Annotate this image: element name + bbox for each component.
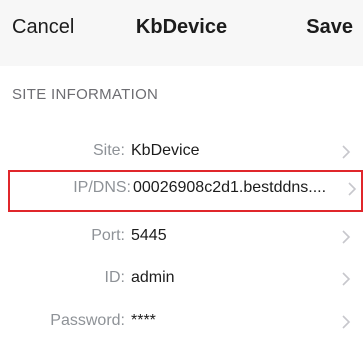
section-header-site-information: SITE INFORMATION: [12, 86, 159, 103]
chevron-right-icon: [348, 182, 357, 196]
row-id[interactable]: ID: admin: [0, 260, 363, 300]
row-password[interactable]: Password: ****: [0, 303, 363, 343]
chevron-right-icon: [342, 315, 351, 329]
nav-bar: Cancel KbDevice Save: [0, 0, 363, 66]
port-value: 5445: [131, 227, 167, 244]
row-ip-dns[interactable]: IP/DNS: 00026908c2d1.bestddns....: [8, 170, 363, 212]
site-edit-screen: Cancel KbDevice Save SITE INFORMATION Si…: [0, 0, 363, 356]
ip-dns-value: 00026908c2d1.bestddns....: [133, 179, 327, 196]
password-label: Password:: [50, 312, 125, 329]
id-value: admin: [131, 269, 175, 286]
site-value: KbDevice: [131, 142, 200, 159]
port-label: Port:: [91, 227, 125, 244]
password-value: ****: [131, 312, 156, 329]
row-site[interactable]: Site: KbDevice: [0, 133, 363, 173]
chevron-right-icon: [342, 272, 351, 286]
ip-dns-label: IP/DNS:: [73, 179, 131, 196]
id-label: ID:: [104, 269, 125, 286]
site-label: Site:: [92, 142, 125, 159]
chevron-right-icon: [342, 145, 351, 159]
chevron-right-icon: [342, 230, 351, 244]
save-button[interactable]: Save: [306, 16, 353, 39]
row-port[interactable]: Port: 5445: [0, 218, 363, 258]
